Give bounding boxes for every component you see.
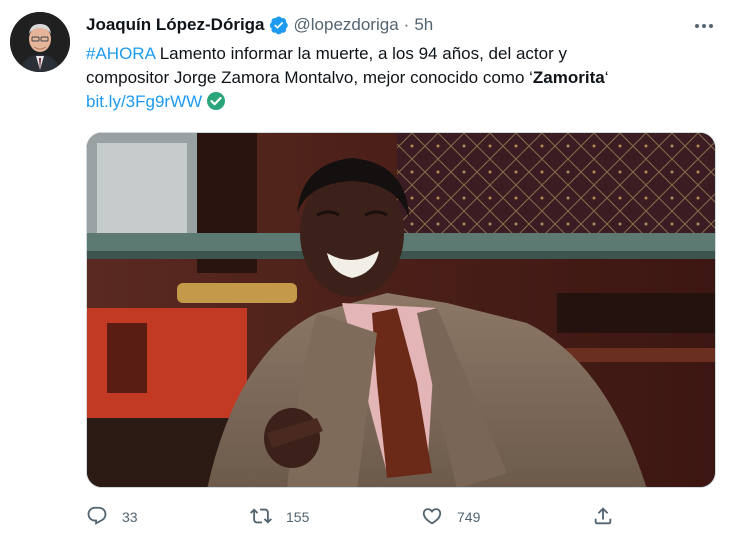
tweet-text-bold: Zamorita: [532, 68, 605, 87]
more-options-icon[interactable]: [690, 14, 718, 38]
reply-icon: [86, 505, 108, 530]
tweet-text-segment: Lamento informar la muerte, a los 94 año…: [154, 44, 567, 63]
author-handle[interactable]: @lopezdoriga: [294, 15, 399, 35]
tweet-text-line-1: #AHORA Lamento informar la muerte, a los…: [86, 42, 716, 66]
tweet-text-segment: compositor Jorge Zamora Montalvo, mejor …: [86, 68, 533, 87]
tweet-text-line-3: bit.ly/3Fg9rWW: [86, 90, 716, 114]
hashtag-link[interactable]: #AHORA: [86, 44, 155, 63]
retweet-button[interactable]: 155: [250, 504, 309, 530]
share-icon: [592, 505, 614, 530]
retweet-count: 155: [286, 509, 310, 525]
tweet-photo[interactable]: [86, 132, 716, 488]
tweet-actions: 33 155 749: [86, 504, 716, 530]
tweet-header: Joaquín López-Dóriga @lopezdoriga · 5h: [86, 14, 433, 36]
author-display-name[interactable]: Joaquín López-Dóriga: [86, 15, 265, 35]
heart-icon: [421, 505, 443, 530]
like-button[interactable]: 749: [421, 504, 480, 530]
tweet-timestamp[interactable]: 5h: [414, 15, 433, 35]
tweet-text-segment: ‘: [604, 68, 609, 87]
reply-button[interactable]: 33: [86, 504, 138, 530]
like-count: 749: [457, 509, 481, 525]
check-circle-icon: [206, 91, 226, 111]
tweet[interactable]: Joaquín López-Dóriga @lopezdoriga · 5h #…: [0, 0, 733, 548]
external-link[interactable]: bit.ly/3Fg9rWW: [86, 92, 202, 111]
tweet-text-line-2: compositor Jorge Zamora Montalvo, mejor …: [86, 66, 716, 90]
reply-count: 33: [122, 509, 138, 525]
tweet-text: #AHORA Lamento informar la muerte, a los…: [86, 42, 716, 114]
verified-badge-icon: [269, 15, 289, 35]
author-avatar[interactable]: [10, 12, 70, 72]
retweet-icon: [250, 505, 272, 530]
header-separator: ·: [403, 15, 410, 34]
share-button[interactable]: [592, 504, 614, 530]
